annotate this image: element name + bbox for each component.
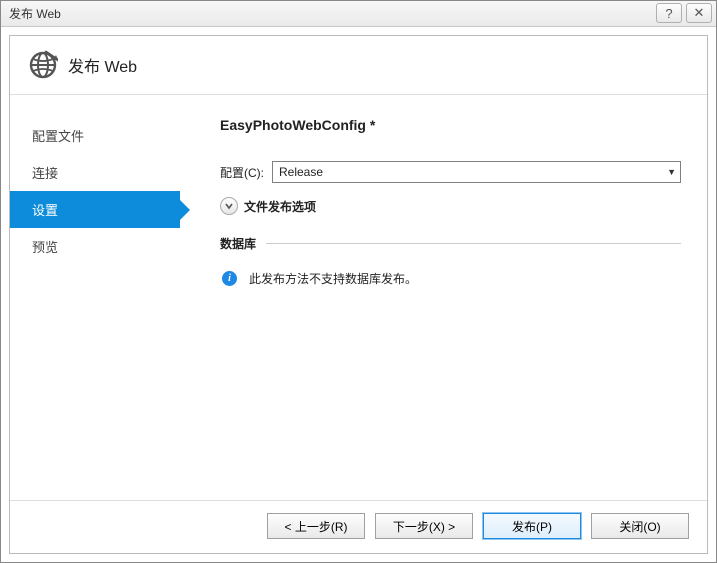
- db-section: 数据库: [220, 235, 681, 252]
- config-row: 配置(C): Release ▼: [220, 161, 681, 183]
- db-message: 此发布方法不支持数据库发布。: [249, 270, 417, 287]
- content: EasyPhotoWebConfig * 配置(C): Release ▼ 文件…: [180, 95, 707, 500]
- help-icon: ?: [665, 6, 672, 21]
- window-title: 发布 Web: [9, 5, 61, 22]
- next-button[interactable]: 下一步(X) >: [375, 513, 473, 539]
- button-label: 发布(P): [512, 518, 552, 535]
- help-button[interactable]: ?: [656, 3, 682, 23]
- footer: < 上一步(R) 下一步(X) > 发布(P) 关闭(O): [10, 500, 707, 553]
- sidebar: 配置文件 连接 设置 预览: [10, 95, 180, 500]
- divider: [266, 243, 681, 244]
- profile-title: EasyPhotoWebConfig *: [220, 117, 681, 133]
- db-message-row: i 此发布方法不支持数据库发布。: [222, 270, 681, 287]
- config-value: Release: [279, 165, 323, 179]
- db-section-title: 数据库: [220, 235, 256, 252]
- sidebar-item-profile[interactable]: 配置文件: [10, 117, 180, 154]
- button-label: < 上一步(R): [284, 518, 347, 535]
- sidebar-item-settings[interactable]: 设置: [10, 191, 180, 228]
- dialog-inner: 发布 Web 配置文件 连接 设置 预览 EasyPhotoWebConfig …: [9, 35, 708, 554]
- body: 配置文件 连接 设置 预览 EasyPhotoWebConfig * 配置(C)…: [10, 95, 707, 500]
- config-select[interactable]: Release ▼: [272, 161, 681, 183]
- globe-icon: [28, 50, 58, 80]
- publish-button[interactable]: 发布(P): [483, 513, 581, 539]
- chevron-down-icon: [220, 197, 238, 215]
- sidebar-item-label: 设置: [32, 203, 58, 218]
- sidebar-item-connection[interactable]: 连接: [10, 154, 180, 191]
- sidebar-item-preview[interactable]: 预览: [10, 228, 180, 265]
- file-publish-expander[interactable]: 文件发布选项: [220, 197, 681, 215]
- sidebar-item-label: 预览: [32, 240, 58, 255]
- button-label: 关闭(O): [619, 518, 660, 535]
- publish-web-dialog: 发布 Web ? ✕ 发布 Web 配置文件: [0, 0, 717, 563]
- header-title: 发布 Web: [68, 53, 137, 77]
- header: 发布 Web: [10, 36, 707, 95]
- close-button[interactable]: 关闭(O): [591, 513, 689, 539]
- config-label: 配置(C):: [220, 164, 264, 181]
- sidebar-item-label: 配置文件: [32, 129, 84, 144]
- prev-button[interactable]: < 上一步(R): [267, 513, 365, 539]
- titlebar: 发布 Web ? ✕: [1, 1, 716, 27]
- sidebar-item-label: 连接: [32, 166, 58, 181]
- close-icon: ✕: [694, 5, 705, 21]
- button-label: 下一步(X) >: [393, 518, 455, 535]
- window-close-button[interactable]: ✕: [686, 3, 712, 23]
- chevron-down-icon: ▼: [667, 167, 676, 177]
- titlebar-buttons: ? ✕: [656, 3, 712, 23]
- expander-label: 文件发布选项: [244, 198, 316, 215]
- info-icon: i: [222, 271, 237, 286]
